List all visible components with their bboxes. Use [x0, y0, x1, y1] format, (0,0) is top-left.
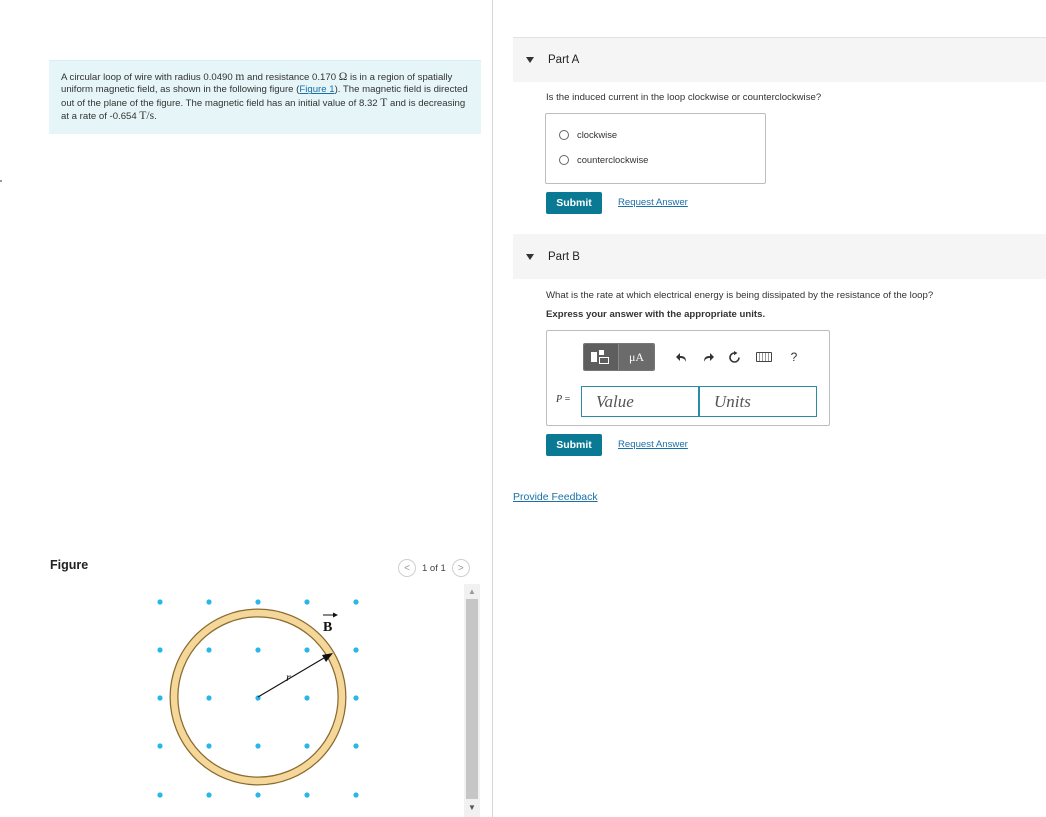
figure-link[interactable]: Figure 1 — [299, 84, 334, 95]
answer-options: clockwise counterclockwise — [545, 113, 766, 184]
figure-heading: Figure — [50, 558, 89, 572]
field-dot — [304, 647, 310, 653]
part-b-request-answer-link[interactable]: Request Answer — [618, 439, 688, 450]
field-dot — [157, 695, 163, 701]
field-dot — [206, 695, 212, 701]
collapse-caret-icon[interactable] — [526, 57, 534, 63]
radius-label: r — [286, 670, 291, 684]
keyboard-icon[interactable] — [747, 344, 781, 370]
problem-statement: A circular loop of wire with radius 0.04… — [49, 60, 481, 134]
field-dot — [353, 599, 359, 605]
part-a-request-answer-link[interactable]: Request Answer — [618, 197, 688, 208]
help-button[interactable]: ? — [781, 344, 807, 370]
part-a-question: Is the induced current in the loop clock… — [546, 92, 822, 103]
field-dot — [206, 792, 212, 798]
figure-page-indicator: 1 of 1 — [422, 562, 446, 574]
math-toolbar: μA ? — [583, 343, 807, 371]
answer-input-box: μA ? P = Value Units — [546, 330, 830, 426]
template-tool-group: μA — [583, 343, 655, 371]
field-dot — [157, 792, 163, 798]
part-b-header[interactable]: Part B — [513, 234, 1046, 279]
variable-label: P = — [556, 394, 571, 405]
field-dot — [255, 743, 261, 749]
field-dot — [304, 599, 310, 605]
figure-pager: < 1 of 1 > — [398, 559, 470, 577]
field-dot — [353, 792, 359, 798]
redo-icon[interactable] — [695, 344, 721, 370]
previous-figure-button[interactable]: < — [398, 559, 416, 577]
scroll-up-icon[interactable]: ▲ — [464, 584, 480, 599]
chevron-left-icon: < — [404, 562, 410, 574]
left-edge-mark — [0, 180, 2, 182]
field-dot — [304, 743, 310, 749]
magnetic-field-figure: r B — [157, 599, 359, 798]
field-dot — [157, 743, 163, 749]
b-field-label: B — [323, 620, 332, 635]
pane-divider — [492, 0, 493, 817]
part-b-instruction: Express your answer with the appropriate… — [546, 309, 766, 320]
collapse-caret-icon[interactable] — [526, 253, 534, 260]
scroll-thumb[interactable] — [466, 599, 478, 799]
chevron-right-icon: > — [457, 562, 464, 574]
part-a-submit-button[interactable]: Submit — [546, 192, 602, 214]
part-b-submit-button[interactable]: Submit — [546, 434, 602, 456]
option-counterclockwise[interactable]: counterclockwise — [559, 154, 648, 165]
figure-scrollbar[interactable]: ▲ ▼ — [464, 584, 480, 817]
field-dot — [353, 647, 359, 653]
scroll-down-icon[interactable]: ▼ — [464, 800, 480, 815]
field-dot — [255, 792, 261, 798]
field-dot — [157, 647, 163, 653]
part-b-title: Part B — [548, 250, 580, 263]
part-b-question: What is the rate at which electrical ene… — [546, 290, 934, 301]
radio-button[interactable] — [559, 154, 569, 165]
provide-feedback-link[interactable]: Provide Feedback — [513, 491, 598, 503]
field-dot — [206, 599, 212, 605]
field-dot — [206, 647, 212, 653]
option-clockwise[interactable]: clockwise — [559, 129, 617, 140]
field-dot — [255, 599, 261, 605]
field-dot — [353, 695, 359, 701]
vector-arrowhead — [333, 612, 338, 618]
units-button[interactable]: μA — [618, 344, 654, 370]
reset-icon[interactable] — [721, 344, 747, 370]
radius-line — [257, 654, 330, 698]
field-dot — [255, 647, 261, 653]
field-dot — [157, 599, 163, 605]
undo-icon[interactable] — [669, 344, 695, 370]
part-a-title: Part A — [548, 54, 580, 66]
radio-button[interactable] — [559, 129, 569, 140]
field-dot — [206, 743, 212, 749]
field-dot — [353, 743, 359, 749]
templates-icon[interactable] — [584, 344, 618, 370]
next-figure-button[interactable]: > — [451, 559, 470, 577]
field-dot — [304, 792, 310, 798]
field-dot — [304, 695, 310, 701]
units-input[interactable]: Units — [699, 386, 817, 417]
value-input[interactable]: Value — [581, 386, 699, 417]
part-a-header[interactable]: Part A — [513, 37, 1046, 82]
